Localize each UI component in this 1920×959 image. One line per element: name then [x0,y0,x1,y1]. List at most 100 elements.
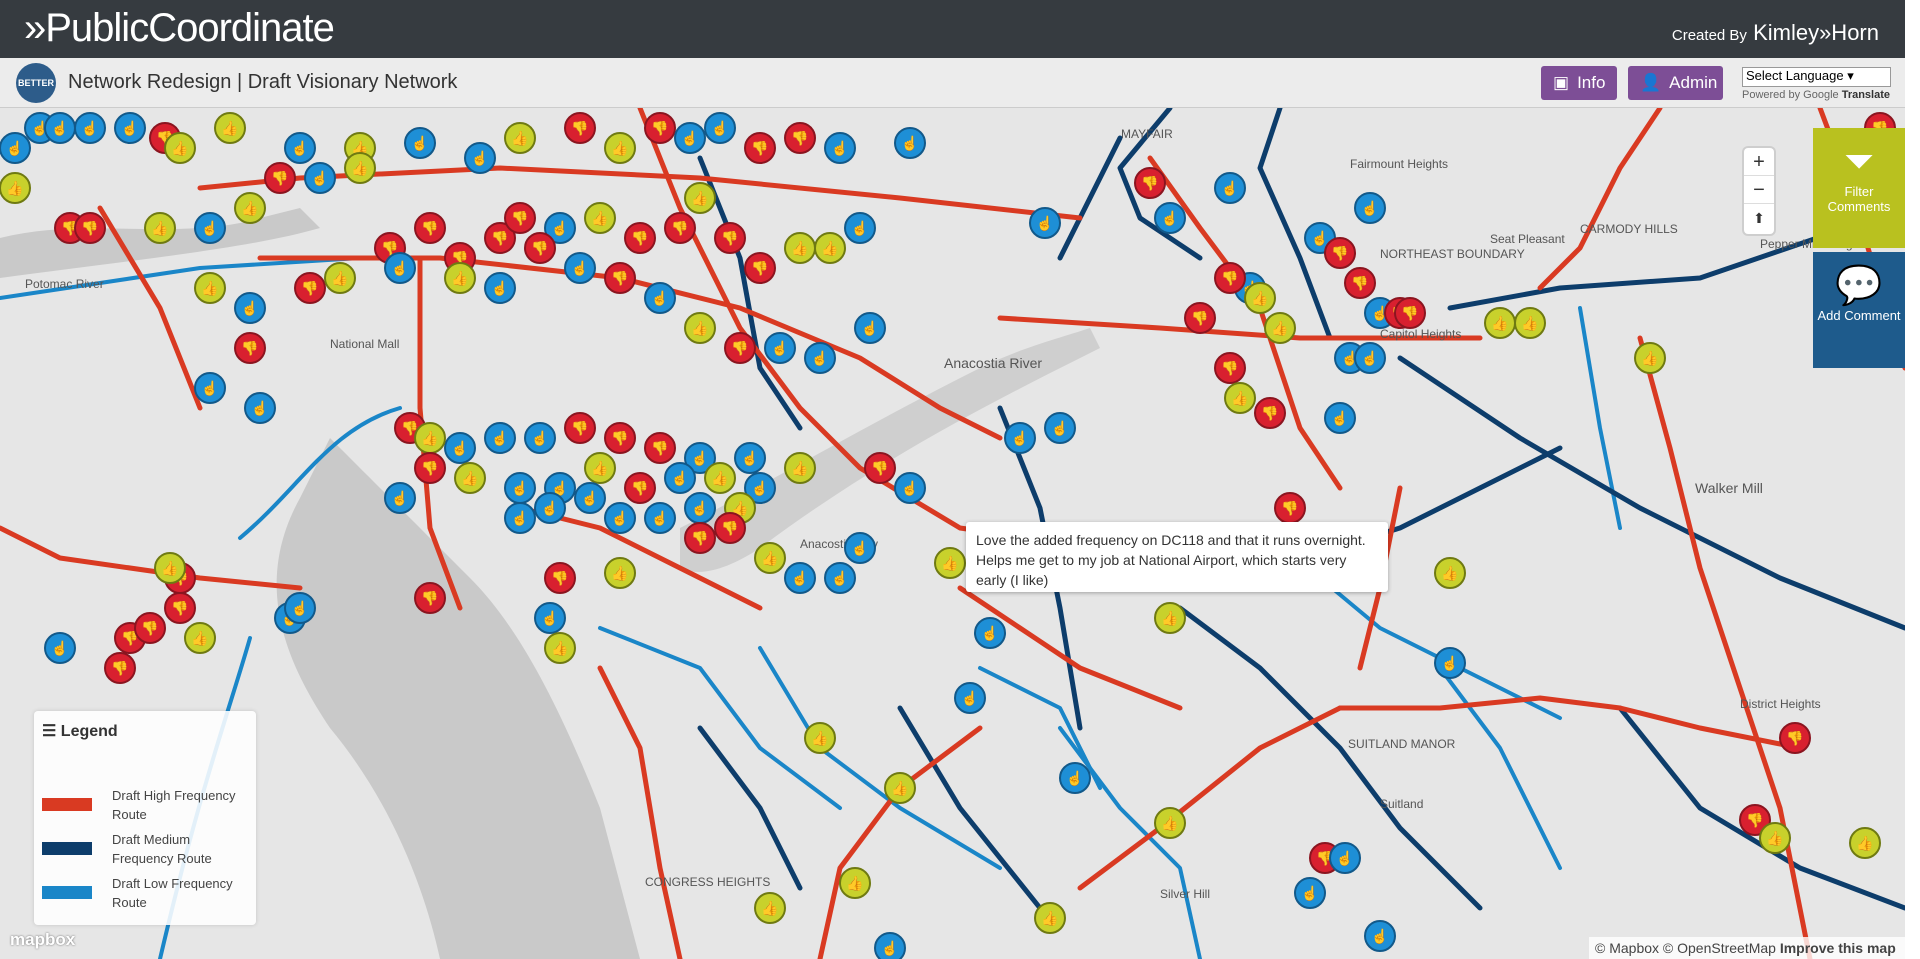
place-district-heights: District Heights [1740,697,1821,711]
thumbs-down-icon: 👎 [271,170,288,187]
thumbs-down-icon: 👎 [651,120,668,137]
pointing-hand-icon: ☝ [1361,199,1378,217]
thumbs-down-icon: 👎 [571,420,588,437]
pointing-hand-icon: ☝ [1441,654,1458,672]
pointing-hand-icon: ☝ [811,349,828,367]
pointing-hand-icon: ☝ [711,119,728,137]
info-label: Info [1577,73,1606,92]
potomac-river-south-water [276,438,640,959]
pointing-hand-icon: ☝ [81,119,98,137]
thumbs-up-icon: 👍 [331,270,348,287]
pointing-hand-icon: ☝ [901,479,918,497]
legend: ☰ Legend Draft High Frequency Route Draf… [34,711,256,925]
pointing-hand-icon: ☝ [981,624,998,642]
admin-label: Admin [1669,73,1718,92]
thumbs-down-icon: 👎 [671,220,688,237]
thumbs-down-icon: 👎 [871,460,888,477]
thumbs-up-icon: 👍 [791,460,808,477]
thumbs-down-icon: 👎 [611,430,628,447]
thumbs-up-icon: 👍 [351,160,368,177]
thumbs-up-icon: 👍 [221,120,238,137]
mapbox-logo[interactable]: mapbox [10,930,75,950]
thumbs-down-icon: 👎 [421,220,438,237]
pointing-hand-icon: ☝ [771,339,788,357]
thumbs-up-icon: 👍 [1641,350,1658,367]
place-fairmount-heights: Fairmount Heights [1350,157,1448,171]
credit: Created By Kimley»Horn [1672,20,1879,46]
pointing-hand-icon: ☝ [651,509,668,527]
map-canvas[interactable]: MAYFAIR Fairmount Heights Seat Pleasant … [0,108,1905,959]
thumbs-down-icon: 👎 [611,270,628,287]
pointing-hand-icon: ☝ [311,169,328,187]
zoom-controls: + − ⬆ [1744,148,1774,234]
zoom-in-button[interactable]: + [1744,148,1774,176]
info-button[interactable]: ▣ Info [1541,66,1617,100]
add-comment-button[interactable]: 💬 Add Comment [1813,252,1905,368]
thumbs-up-icon: 👍 [1271,320,1288,337]
thumbs-up-icon: 👍 [1856,835,1873,852]
thumbs-up-icon: 👍 [161,560,178,577]
thumbs-down-icon: 👎 [1221,270,1238,287]
thumbs-down-icon: 👎 [651,440,668,457]
thumbs-down-icon: 👎 [111,660,128,677]
pointing-hand-icon: ☝ [121,119,138,137]
place-walker-mill: Walker Mill [1695,480,1763,496]
thumbs-down-icon: 👎 [421,590,438,607]
thumbs-up-icon: 👍 [591,460,608,477]
thumbs-down-icon: 👎 [1281,500,1298,517]
place-silver-hill: Silver Hill [1160,887,1210,901]
legend-title: ☰ Legend [42,723,118,740]
thumbs-up-icon: 👍 [691,190,708,207]
pointing-hand-icon: ☝ [201,379,218,397]
thumbs-up-icon: 👍 [151,220,168,237]
place-anacostia-river: Anacostia River [944,355,1042,371]
pointing-hand-icon: ☝ [201,219,218,237]
comment-tooltip: Love the added frequency on DC118 and th… [966,522,1388,592]
thumbs-down-icon: 👎 [1261,405,1278,422]
pointing-hand-icon: ☝ [1011,429,1028,447]
thumbs-down-icon: 👎 [721,520,738,537]
pointing-hand-icon: ☝ [851,539,868,557]
thumbs-up-icon: 👍 [461,470,478,487]
thumbs-down-icon: 👎 [1746,812,1763,829]
pointing-hand-icon: ☝ [6,139,23,157]
filter-comments-button[interactable]: ⏷ Filter Comments [1813,128,1905,248]
pointing-hand-icon: ☝ [901,134,918,152]
pointing-hand-icon: ☝ [1036,214,1053,232]
improve-map-link[interactable]: Improve this map [1780,940,1896,956]
pointing-hand-icon: ☝ [1361,349,1378,367]
zoom-out-button[interactable]: − [1744,176,1774,204]
brand-logo: »PublicCoordinate [24,6,335,50]
thumbs-up-icon: 👍 [191,630,208,647]
thumbs-up-icon: 👍 [611,140,628,157]
translate-link[interactable]: Translate [1842,89,1890,101]
thumbs-down-icon: 👎 [1786,730,1803,747]
thumbs-down-icon: 👎 [751,260,768,277]
language-select[interactable]: Select Language ▾ [1742,67,1891,87]
legend-label-medium: Draft Medium Frequency Route [112,832,212,866]
thumbs-up-icon: 👍 [591,210,608,227]
reset-north-button[interactable]: ⬆ [1744,204,1774,232]
thumbs-down-icon: 👎 [731,340,748,357]
pointing-hand-icon: ☝ [411,134,428,152]
place-congress-heights: CONGRESS HEIGHTS [645,875,770,889]
pointing-hand-icon: ☝ [691,499,708,517]
legend-swatch-high [42,798,92,811]
pointing-hand-icon: ☝ [511,479,528,497]
pointing-hand-icon: ☝ [671,469,688,487]
pointing-hand-icon: ☝ [511,509,528,527]
admin-button[interactable]: 👤 Admin [1628,66,1723,100]
legend-swatch-low [42,886,92,899]
filter-comments-label: Filter Comments [1827,184,1891,214]
thumbs-up-icon: 👍 [891,780,908,797]
map[interactable]: MAYFAIR Fairmount Heights Seat Pleasant … [0,108,1905,959]
pointing-hand-icon: ☝ [291,599,308,617]
thumbs-down-icon: 👎 [171,600,188,617]
thumbs-down-icon: 👎 [631,480,648,497]
thumbs-down-icon: 👎 [721,230,738,247]
pointing-hand-icon: ☝ [391,489,408,507]
thumbs-up-icon: 👍 [1161,610,1178,627]
pointing-hand-icon: ☝ [751,479,768,497]
thumbs-down-icon: 👎 [551,570,568,587]
legend-label-low: Draft Low Frequency Route [112,876,233,910]
